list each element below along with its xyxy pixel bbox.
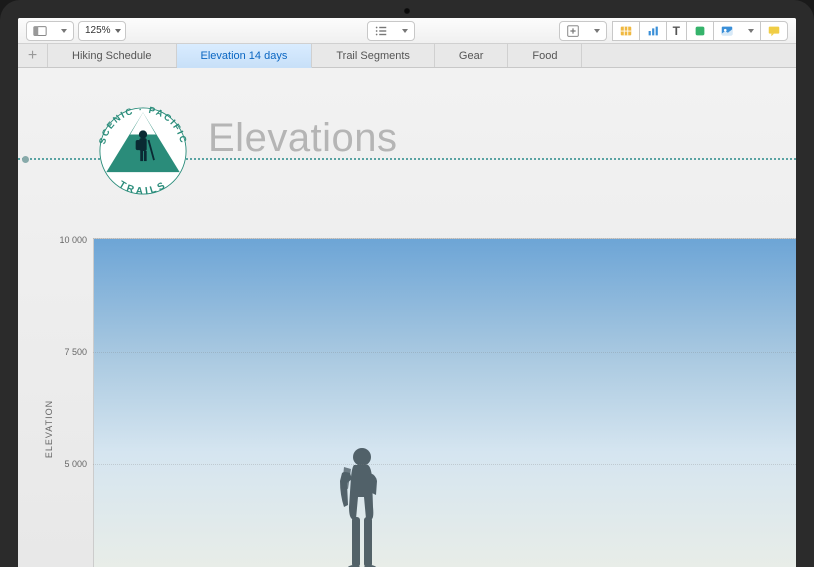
- add-sheet-button[interactable]: +: [18, 44, 48, 67]
- camera-dot: [404, 8, 410, 14]
- tab-trail-segments[interactable]: Trail Segments: [312, 44, 435, 67]
- toolbar-left: 125%: [26, 21, 126, 41]
- sheet-canvas[interactable]: Elevations: [18, 68, 796, 567]
- title-marker-dot: [22, 156, 29, 163]
- tab-label: Trail Segments: [336, 50, 410, 62]
- laptop-frame: 125%: [0, 0, 814, 567]
- table-icon: [619, 24, 633, 38]
- y-tick-label: 10 000: [59, 235, 87, 245]
- tab-label: Gear: [459, 50, 483, 62]
- grid-line: [93, 238, 796, 239]
- chevron-down-icon: [748, 29, 754, 33]
- chevron-down-icon: [61, 29, 67, 33]
- tab-gear[interactable]: Gear: [435, 44, 508, 67]
- insert-chart-button[interactable]: [639, 21, 667, 41]
- grid-line: [93, 464, 796, 465]
- plus-icon: +: [28, 47, 37, 65]
- list-icon: [374, 24, 388, 38]
- insert-comment-button[interactable]: [760, 21, 788, 41]
- tab-label: Hiking Schedule: [72, 50, 152, 62]
- chevron-down-icon: [402, 29, 408, 33]
- sidebar-icon: [33, 24, 47, 38]
- chevron-down-icon: [594, 29, 600, 33]
- view-mode-button[interactable]: [26, 21, 74, 41]
- scenic-pacific-trails-logo: SCENIC · PACIFIC TRAILS: [88, 96, 198, 206]
- y-tick-label: 7 500: [64, 347, 87, 357]
- text-icon: T: [673, 24, 680, 38]
- tab-hiking-schedule[interactable]: Hiking Schedule: [48, 44, 177, 67]
- media-icon: [720, 24, 734, 38]
- insert-media-button[interactable]: [713, 21, 761, 41]
- y-axis-title: ELEVATION: [44, 400, 54, 458]
- list-style-button[interactable]: [367, 21, 415, 41]
- tab-label: Food: [532, 50, 557, 62]
- tab-food[interactable]: Food: [508, 44, 582, 67]
- y-tick-label: 5 000: [64, 459, 87, 469]
- sheet-tabs: + Hiking Schedule Elevation 14 days Trai…: [18, 44, 796, 68]
- shape-icon: [693, 24, 707, 38]
- hiker-background-image: [314, 437, 404, 567]
- toolbar: 125%: [18, 18, 796, 44]
- insert-button[interactable]: [559, 21, 607, 41]
- zoom-value: 125%: [85, 25, 111, 36]
- page-title: Elevations: [208, 116, 398, 161]
- toolbar-right: T: [559, 21, 788, 41]
- grid-line: [93, 352, 796, 353]
- toolbar-mid: [367, 21, 415, 41]
- insert-table-button[interactable]: [612, 21, 640, 41]
- tab-label: Elevation 14 days: [201, 50, 288, 62]
- y-axis: 10 000 7 500 5 000 ELEVATION: [18, 238, 93, 567]
- comment-icon: [767, 24, 781, 38]
- elevation-chart[interactable]: [93, 238, 796, 567]
- tab-elevation-14-days[interactable]: Elevation 14 days: [177, 44, 313, 68]
- zoom-select[interactable]: 125%: [78, 21, 126, 41]
- insert-shape-button[interactable]: [686, 21, 714, 41]
- plus-box-icon: [566, 24, 580, 38]
- chart-icon: [646, 24, 660, 38]
- app-window: 125%: [18, 18, 796, 567]
- insert-text-button[interactable]: T: [666, 21, 687, 41]
